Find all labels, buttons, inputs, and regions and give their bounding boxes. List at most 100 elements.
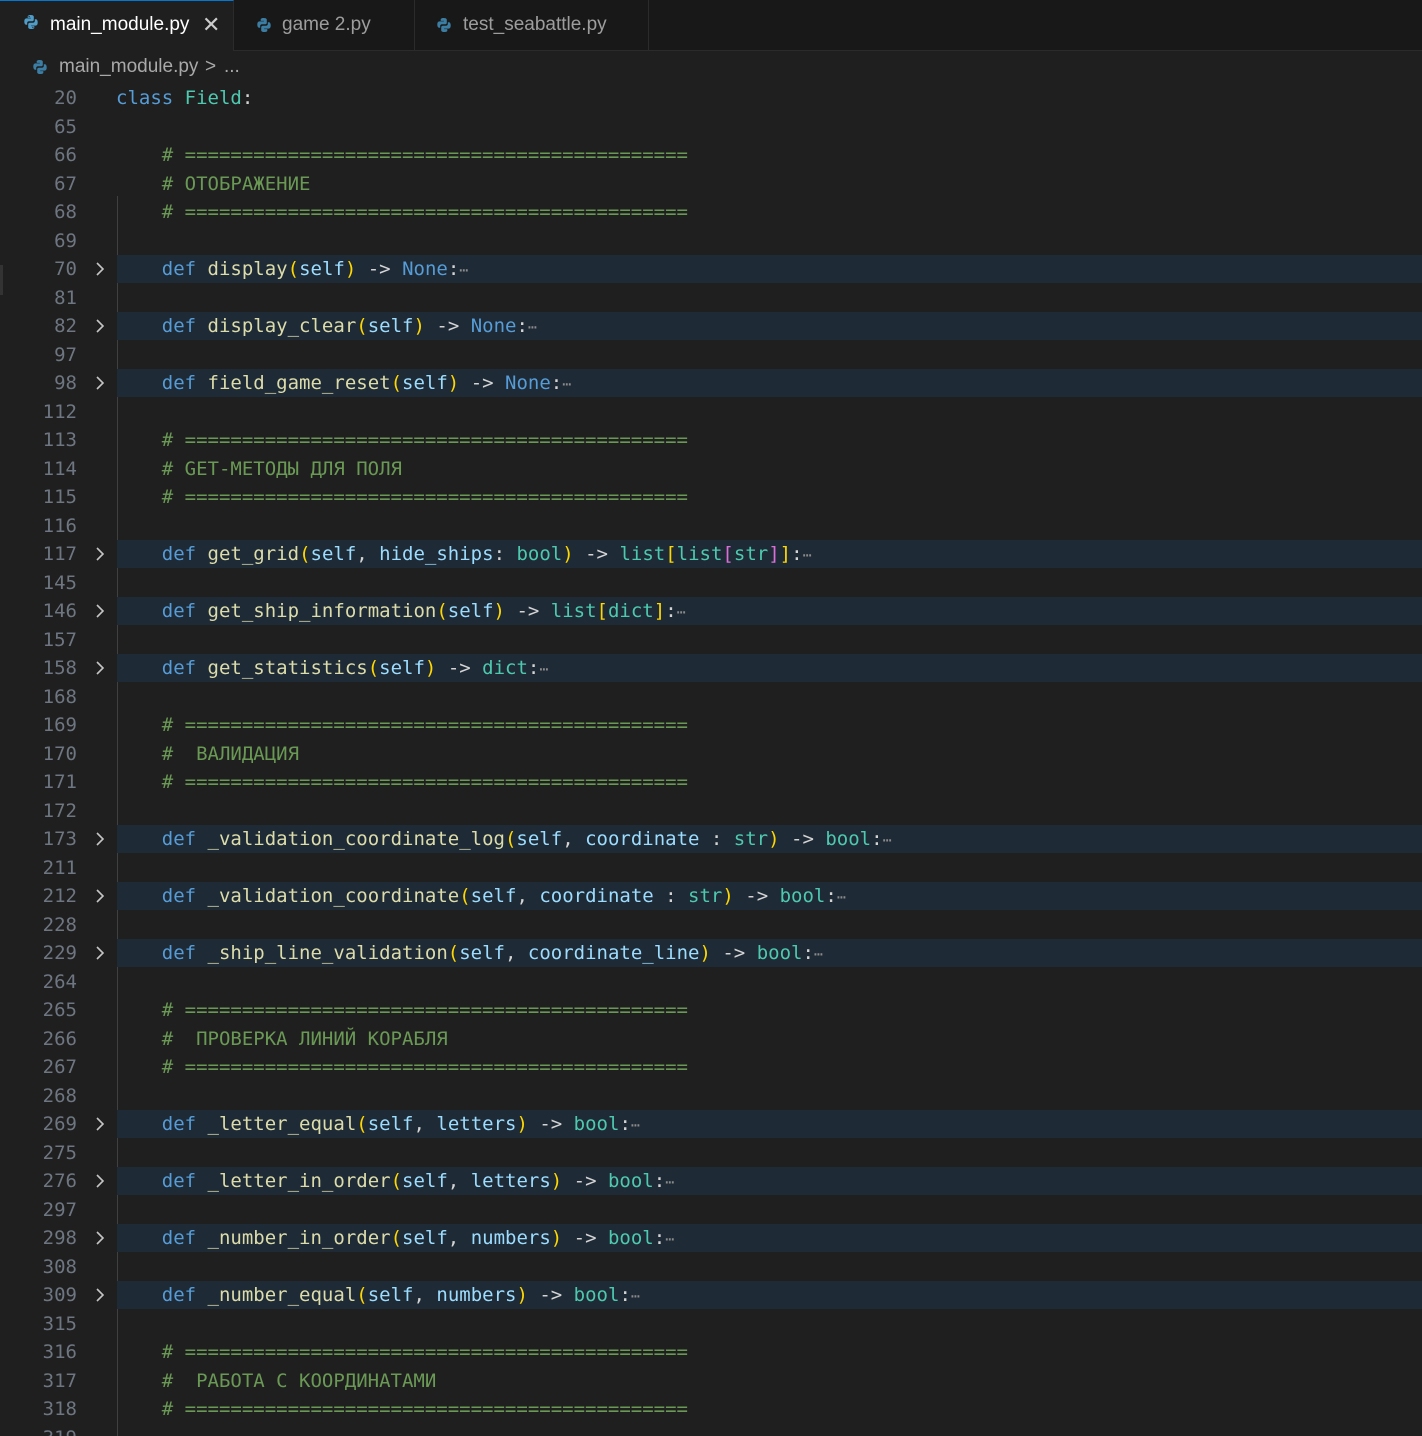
chevron-right-icon[interactable] — [92, 312, 108, 340]
code-token: ( — [504, 828, 517, 850]
code-line[interactable]: 68 # ===================================… — [0, 198, 1422, 226]
code-line[interactable]: 228 — [0, 911, 1422, 939]
chevron-right-icon[interactable] — [92, 939, 108, 967]
line-number: 97 — [54, 344, 77, 366]
tab-test-seabattle[interactable]: test_seabattle.py — [415, 0, 649, 50]
chevron-right-icon[interactable] — [92, 1167, 108, 1195]
folded-ellipsis[interactable]: ⋯ — [883, 831, 892, 849]
code-token: bool — [825, 828, 872, 850]
code-token: ] — [768, 543, 780, 565]
code-line[interactable]: 264 — [0, 968, 1422, 996]
chevron-right-icon[interactable] — [92, 654, 108, 682]
close-icon[interactable]: ✕ — [202, 1, 220, 49]
folded-ellipsis[interactable]: ⋯ — [459, 261, 468, 279]
code-line[interactable]: 266 # ПРОВЕРКА ЛИНИЙ КОРАБЛЯ — [0, 1025, 1422, 1053]
folded-code-line[interactable]: 229 def _ship_line_validation(self, coor… — [0, 939, 1422, 967]
code-token: self — [447, 600, 494, 622]
code-text: # ======================================… — [116, 1395, 688, 1423]
code-line[interactable]: 116 — [0, 512, 1422, 540]
breadcrumb-file[interactable]: main_module.py — [59, 51, 198, 83]
tab-game-2[interactable]: game 2.py — [234, 0, 415, 50]
chevron-right-icon[interactable] — [92, 1281, 108, 1309]
code-line[interactable]: 65 — [0, 113, 1422, 141]
code-line[interactable]: 211 — [0, 854, 1422, 882]
folded-ellipsis[interactable]: ⋯ — [631, 1287, 640, 1305]
code-line[interactable]: 316 # ==================================… — [0, 1338, 1422, 1366]
code-line[interactable]: 66 # ===================================… — [0, 141, 1422, 169]
code-line[interactable]: 145 — [0, 569, 1422, 597]
code-line[interactable]: 114 # GET-МЕТОДЫ ДЛЯ ПОЛЯ — [0, 455, 1422, 483]
chevron-right-icon[interactable] — [92, 825, 108, 853]
python-icon — [256, 17, 272, 33]
tab-main-module[interactable]: main_module.py ✕ — [0, 0, 234, 51]
folded-ellipsis[interactable]: ⋯ — [631, 1116, 640, 1134]
chevron-right-icon[interactable] — [92, 1224, 108, 1252]
folded-code-line[interactable]: 117 def get_grid(self, hide_ships: bool)… — [0, 540, 1422, 568]
chevron-right-icon[interactable] — [92, 597, 108, 625]
folded-code-line[interactable]: 173 def _validation_coordinate_log(self,… — [0, 825, 1422, 853]
line-number: 173 — [42, 828, 77, 850]
code-line[interactable]: 171 # ==================================… — [0, 768, 1422, 796]
folded-code-line[interactable]: 98 def field_game_reset(self) -> None:⋯ — [0, 369, 1422, 397]
folded-code-line[interactable]: 298 def _number_in_order(self, numbers) … — [0, 1224, 1422, 1252]
code-line[interactable]: 319 — [0, 1424, 1422, 1436]
code-token: ( — [356, 315, 368, 337]
folded-ellipsis[interactable]: ⋯ — [562, 375, 571, 393]
folded-code-line[interactable]: 82 def display_clear(self) -> None:⋯ — [0, 312, 1422, 340]
folded-code-line[interactable]: 309 def _number_equal(self, numbers) -> … — [0, 1281, 1422, 1309]
code-token: _validation_coordinate_log — [207, 828, 505, 850]
chevron-right-icon[interactable] — [92, 1110, 108, 1138]
code-line[interactable]: 115 # ==================================… — [0, 483, 1422, 511]
code-line[interactable]: 318 # ==================================… — [0, 1395, 1422, 1423]
chevron-right-icon[interactable] — [92, 882, 108, 910]
code-line[interactable]: 172 — [0, 797, 1422, 825]
chevron-right-icon[interactable] — [92, 369, 108, 397]
folded-code-line[interactable]: 269 def _letter_equal(self, letters) -> … — [0, 1110, 1422, 1138]
folded-ellipsis[interactable]: ⋯ — [677, 603, 686, 621]
line-number: 169 — [42, 714, 77, 736]
folded-ellipsis[interactable]: ⋯ — [665, 1230, 674, 1248]
code-line[interactable]: 81 — [0, 284, 1422, 312]
code-token: # ======================================… — [161, 201, 688, 223]
folded-ellipsis[interactable]: ⋯ — [803, 546, 812, 564]
code-line[interactable]: 268 — [0, 1082, 1422, 1110]
folded-code-line[interactable]: 146 def get_ship_information(self) -> li… — [0, 597, 1422, 625]
code-token: ) — [493, 600, 505, 622]
code-line[interactable]: 97 — [0, 341, 1422, 369]
code-editor[interactable]: 20 class Field: 65 66 # ===================… — [0, 84, 1422, 1436]
folded-code-line[interactable]: 158 def get_statistics(self) -> dict:⋯ — [0, 654, 1422, 682]
code-line[interactable]: 275 — [0, 1139, 1422, 1167]
folded-ellipsis[interactable]: ⋯ — [837, 888, 846, 906]
chevron-right-icon[interactable] — [92, 540, 108, 568]
code-line[interactable]: 297 — [0, 1196, 1422, 1224]
code-line[interactable]: 157 — [0, 626, 1422, 654]
code-line[interactable]: 315 — [0, 1310, 1422, 1338]
folded-ellipsis[interactable]: ⋯ — [528, 318, 537, 336]
folded-code-line[interactable]: 276 def _letter_in_order(self, letters) … — [0, 1167, 1422, 1195]
code-line[interactable]: 20 class Field: — [0, 84, 1422, 112]
code-line[interactable]: 317 # РАБОТА С КООРДИНАТАМИ — [0, 1367, 1422, 1395]
folded-code-line[interactable]: 212 def _validation_coordinate(self, coo… — [0, 882, 1422, 910]
breadcrumb-more[interactable]: ... — [224, 51, 240, 83]
code-token: self — [379, 657, 425, 679]
folded-ellipsis[interactable]: ⋯ — [814, 945, 823, 963]
folded-ellipsis[interactable]: ⋯ — [665, 1173, 674, 1191]
code-line[interactable]: 265 # ==================================… — [0, 996, 1422, 1024]
code-line[interactable]: 308 — [0, 1253, 1422, 1281]
chevron-right-icon[interactable] — [92, 255, 108, 283]
code-line[interactable]: 170 # ВАЛИДАЦИЯ — [0, 740, 1422, 768]
code-token: self — [367, 1284, 414, 1306]
folded-code-line[interactable]: 70 def display(self) -> None:⋯ — [0, 255, 1422, 283]
folded-ellipsis[interactable]: ⋯ — [539, 660, 548, 678]
code-line[interactable]: 267 # ==================================… — [0, 1053, 1422, 1081]
code-line[interactable]: 169 # ==================================… — [0, 711, 1422, 739]
code-line[interactable]: 113 # ==================================… — [0, 426, 1422, 454]
code-line[interactable]: 67 # ОТОБРАЖЕНИЕ — [0, 170, 1422, 198]
code-line[interactable]: 168 — [0, 683, 1422, 711]
tab-label: test_seabattle.py — [463, 14, 607, 35]
code-line[interactable]: 112 — [0, 398, 1422, 426]
code-line[interactable]: 69 — [0, 227, 1422, 255]
